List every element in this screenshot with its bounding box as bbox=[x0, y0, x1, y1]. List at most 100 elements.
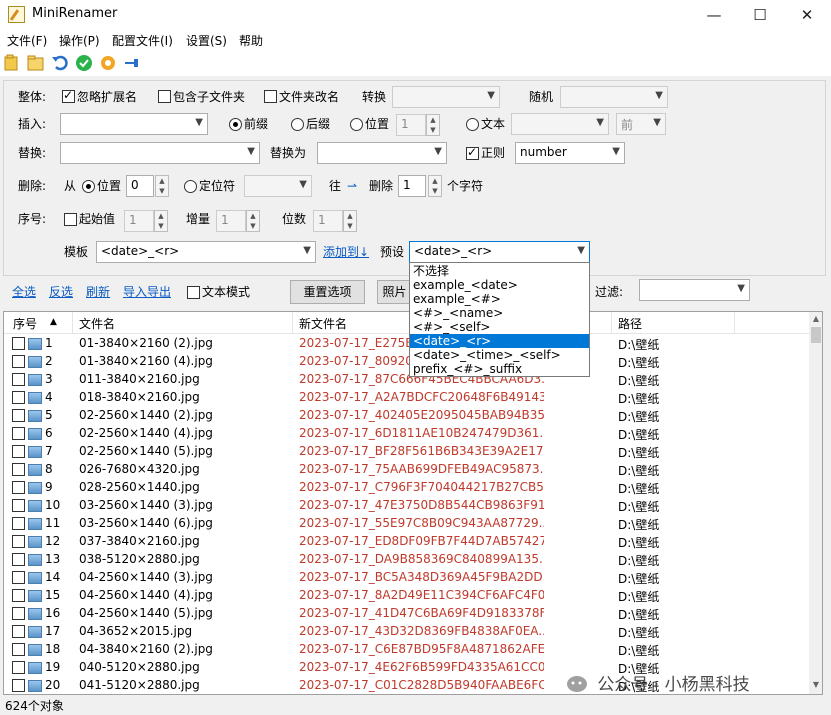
table-row[interactable]: 10 03-2560×1440 (3).jpg 2023-07-17_47E3750… bbox=[4, 497, 809, 515]
row-checkbox[interactable] bbox=[12, 373, 25, 386]
filter-combo[interactable]: ▼ bbox=[639, 279, 750, 301]
header-path[interactable]: 路径 bbox=[618, 315, 642, 332]
table-row[interactable]: 12 037-3840×2160.jpg 2023-07-17_ED8DF09FB7… bbox=[4, 533, 809, 551]
table-row[interactable]: 2 01-3840×2160 (4).jpg 2023-07-17_809209 D:… bbox=[4, 353, 809, 371]
row-checkbox[interactable] bbox=[12, 499, 25, 512]
preset-option[interactable]: 不选择 bbox=[410, 264, 589, 278]
invert-selection-link[interactable]: 反选 bbox=[49, 283, 73, 301]
rename-folder-checkbox[interactable] bbox=[264, 90, 277, 103]
delete-position-spinner[interactable]: ▲ ▼ bbox=[155, 175, 169, 197]
pin-icon[interactable] bbox=[122, 53, 142, 73]
increment-input[interactable]: 1 bbox=[216, 210, 246, 232]
table-row[interactable]: 3 011-3840×2160.jpg 2023-07-17_87C666F45BE… bbox=[4, 371, 809, 389]
row-checkbox[interactable] bbox=[12, 679, 25, 692]
row-checkbox[interactable] bbox=[12, 625, 25, 638]
header-index[interactable]: 序号 bbox=[13, 315, 37, 332]
column-divider[interactable] bbox=[72, 312, 73, 334]
reset-options-button[interactable]: 重置选项 bbox=[290, 280, 365, 304]
menu-file[interactable]: 文件(F) bbox=[7, 32, 47, 49]
increment-spinner[interactable]: ▲ ▼ bbox=[246, 210, 260, 232]
table-row[interactable]: 1 01-3840×2160 (2).jpg 2023-07-17_E275B0 D:… bbox=[4, 335, 809, 353]
open-folder-icon[interactable] bbox=[2, 53, 22, 73]
row-checkbox[interactable] bbox=[12, 661, 25, 674]
table-row[interactable]: 5 02-2560×1440 (2).jpg 2023-07-17_402405E2… bbox=[4, 407, 809, 425]
insert-suffix-radio[interactable] bbox=[291, 118, 304, 131]
insert-text-combo[interactable]: ▼ bbox=[60, 113, 208, 135]
insert-position-radio[interactable] bbox=[350, 118, 363, 131]
row-checkbox[interactable] bbox=[12, 535, 25, 548]
delete-count-spinner[interactable]: ▲ ▼ bbox=[428, 175, 442, 197]
table-row[interactable]: 11 03-2560×1440 (6).jpg 2023-07-17_55E97C8… bbox=[4, 515, 809, 533]
insert-text-select[interactable]: ▼ bbox=[511, 113, 609, 135]
row-checkbox[interactable] bbox=[12, 517, 25, 530]
preset-combo[interactable]: <date>_<r> ▼ bbox=[409, 241, 590, 263]
replace-find-combo[interactable]: ▼ bbox=[60, 142, 260, 164]
sequence-start-input[interactable]: 1 bbox=[124, 210, 154, 232]
menu-settings[interactable]: 设置(S) bbox=[186, 32, 227, 49]
add-to-preset-link[interactable]: 添加到↓ bbox=[323, 243, 369, 261]
include-sub-checkbox[interactable] bbox=[158, 90, 171, 103]
convert-select[interactable]: ▼ bbox=[392, 86, 500, 108]
table-row[interactable]: 8 026-7680×4320.jpg 2023-07-17_75AAB699DFE… bbox=[4, 461, 809, 479]
row-checkbox[interactable] bbox=[12, 445, 25, 458]
undo-icon[interactable] bbox=[50, 53, 70, 73]
preset-option[interactable]: <#>_<name> bbox=[410, 306, 589, 320]
direction-arrow-icon[interactable]: ⇀ bbox=[347, 177, 357, 195]
row-checkbox[interactable] bbox=[12, 607, 25, 620]
row-checkbox[interactable] bbox=[12, 409, 25, 422]
sequence-start-checkbox[interactable] bbox=[64, 213, 77, 226]
insert-text-radio[interactable] bbox=[466, 118, 479, 131]
preset-option[interactable]: <date>_<r> bbox=[410, 334, 589, 348]
table-row[interactable]: 16 04-2560×1440 (5).jpg 2023-07-17_41D47C6… bbox=[4, 605, 809, 623]
delete-locator-select[interactable]: ▼ bbox=[244, 175, 312, 197]
template-combo[interactable]: <date>_<r> ▼ bbox=[96, 241, 316, 263]
insert-position-spinner[interactable]: ▲ ▼ bbox=[426, 114, 440, 136]
select-all-link[interactable]: 全选 bbox=[12, 283, 36, 301]
table-row[interactable]: 13 038-5120×2880.jpg 2023-07-17_DA9B858369… bbox=[4, 551, 809, 569]
delete-position-radio[interactable] bbox=[82, 180, 95, 193]
menu-help[interactable]: 帮助 bbox=[239, 32, 263, 49]
row-checkbox[interactable] bbox=[12, 427, 25, 440]
random-select[interactable]: ▼ bbox=[560, 86, 668, 108]
replace-with-combo[interactable]: ▼ bbox=[317, 142, 447, 164]
scroll-up-icon[interactable]: ▲ bbox=[811, 314, 821, 324]
column-divider[interactable] bbox=[611, 312, 612, 334]
photo-button[interactable]: 照片 bbox=[377, 280, 412, 304]
row-checkbox[interactable] bbox=[12, 355, 25, 368]
row-checkbox[interactable] bbox=[12, 589, 25, 602]
text-mode-checkbox[interactable] bbox=[187, 286, 200, 299]
preset-option[interactable]: <#>_<self> bbox=[410, 320, 589, 334]
table-row[interactable]: 9 028-2560×1440.jpg 2023-07-17_C796F3F7040… bbox=[4, 479, 809, 497]
vertical-scrollbar[interactable]: ▲ ▼ bbox=[809, 312, 822, 694]
maximize-button[interactable]: ☐ bbox=[737, 0, 783, 30]
sequence-start-spinner[interactable]: ▲ ▼ bbox=[154, 210, 168, 232]
delete-count-input[interactable]: 1 bbox=[398, 175, 426, 197]
scroll-down-icon[interactable]: ▼ bbox=[811, 680, 821, 690]
regex-checkbox[interactable] bbox=[466, 145, 479, 160]
header-filename[interactable]: 文件名 bbox=[79, 315, 115, 332]
header-new-filename[interactable]: 新文件名 bbox=[299, 315, 347, 332]
row-checkbox[interactable] bbox=[12, 463, 25, 476]
delete-locator-radio[interactable] bbox=[184, 180, 197, 193]
menu-operation[interactable]: 操作(P) bbox=[59, 32, 100, 49]
column-divider[interactable] bbox=[734, 312, 735, 334]
insert-position-input[interactable]: 1 bbox=[396, 114, 426, 136]
settings-gear-icon[interactable] bbox=[98, 53, 118, 73]
insert-prefix-radio[interactable] bbox=[229, 118, 242, 131]
table-row[interactable]: 17 04-3652×2015.jpg 2023-07-17_43D32D8369F… bbox=[4, 623, 809, 641]
row-checkbox[interactable] bbox=[12, 481, 25, 494]
minimize-button[interactable]: — bbox=[691, 0, 737, 30]
preset-option[interactable]: example_<date> bbox=[410, 278, 589, 292]
table-row[interactable]: 15 04-2560×1440 (4).jpg 2023-07-17_8A2D49E… bbox=[4, 587, 809, 605]
preset-option[interactable]: <date>_<time>_<self> bbox=[410, 348, 589, 362]
digits-spinner[interactable]: ▲ ▼ bbox=[343, 210, 357, 232]
menu-config[interactable]: 配置文件(I) bbox=[112, 32, 173, 49]
table-row[interactable]: 6 02-2560×1440 (4).jpg 2023-07-17_6D1811AE… bbox=[4, 425, 809, 443]
row-checkbox[interactable] bbox=[12, 571, 25, 584]
apply-check-icon[interactable] bbox=[74, 53, 94, 73]
table-row[interactable]: 18 04-3840×2160 (2).jpg 2023-07-17_C6E87BD… bbox=[4, 641, 809, 659]
preset-option[interactable]: prefix_<#>_suffix bbox=[410, 362, 589, 376]
column-divider[interactable] bbox=[292, 312, 293, 334]
row-checkbox[interactable] bbox=[12, 553, 25, 566]
digits-input[interactable]: 1 bbox=[313, 210, 343, 232]
